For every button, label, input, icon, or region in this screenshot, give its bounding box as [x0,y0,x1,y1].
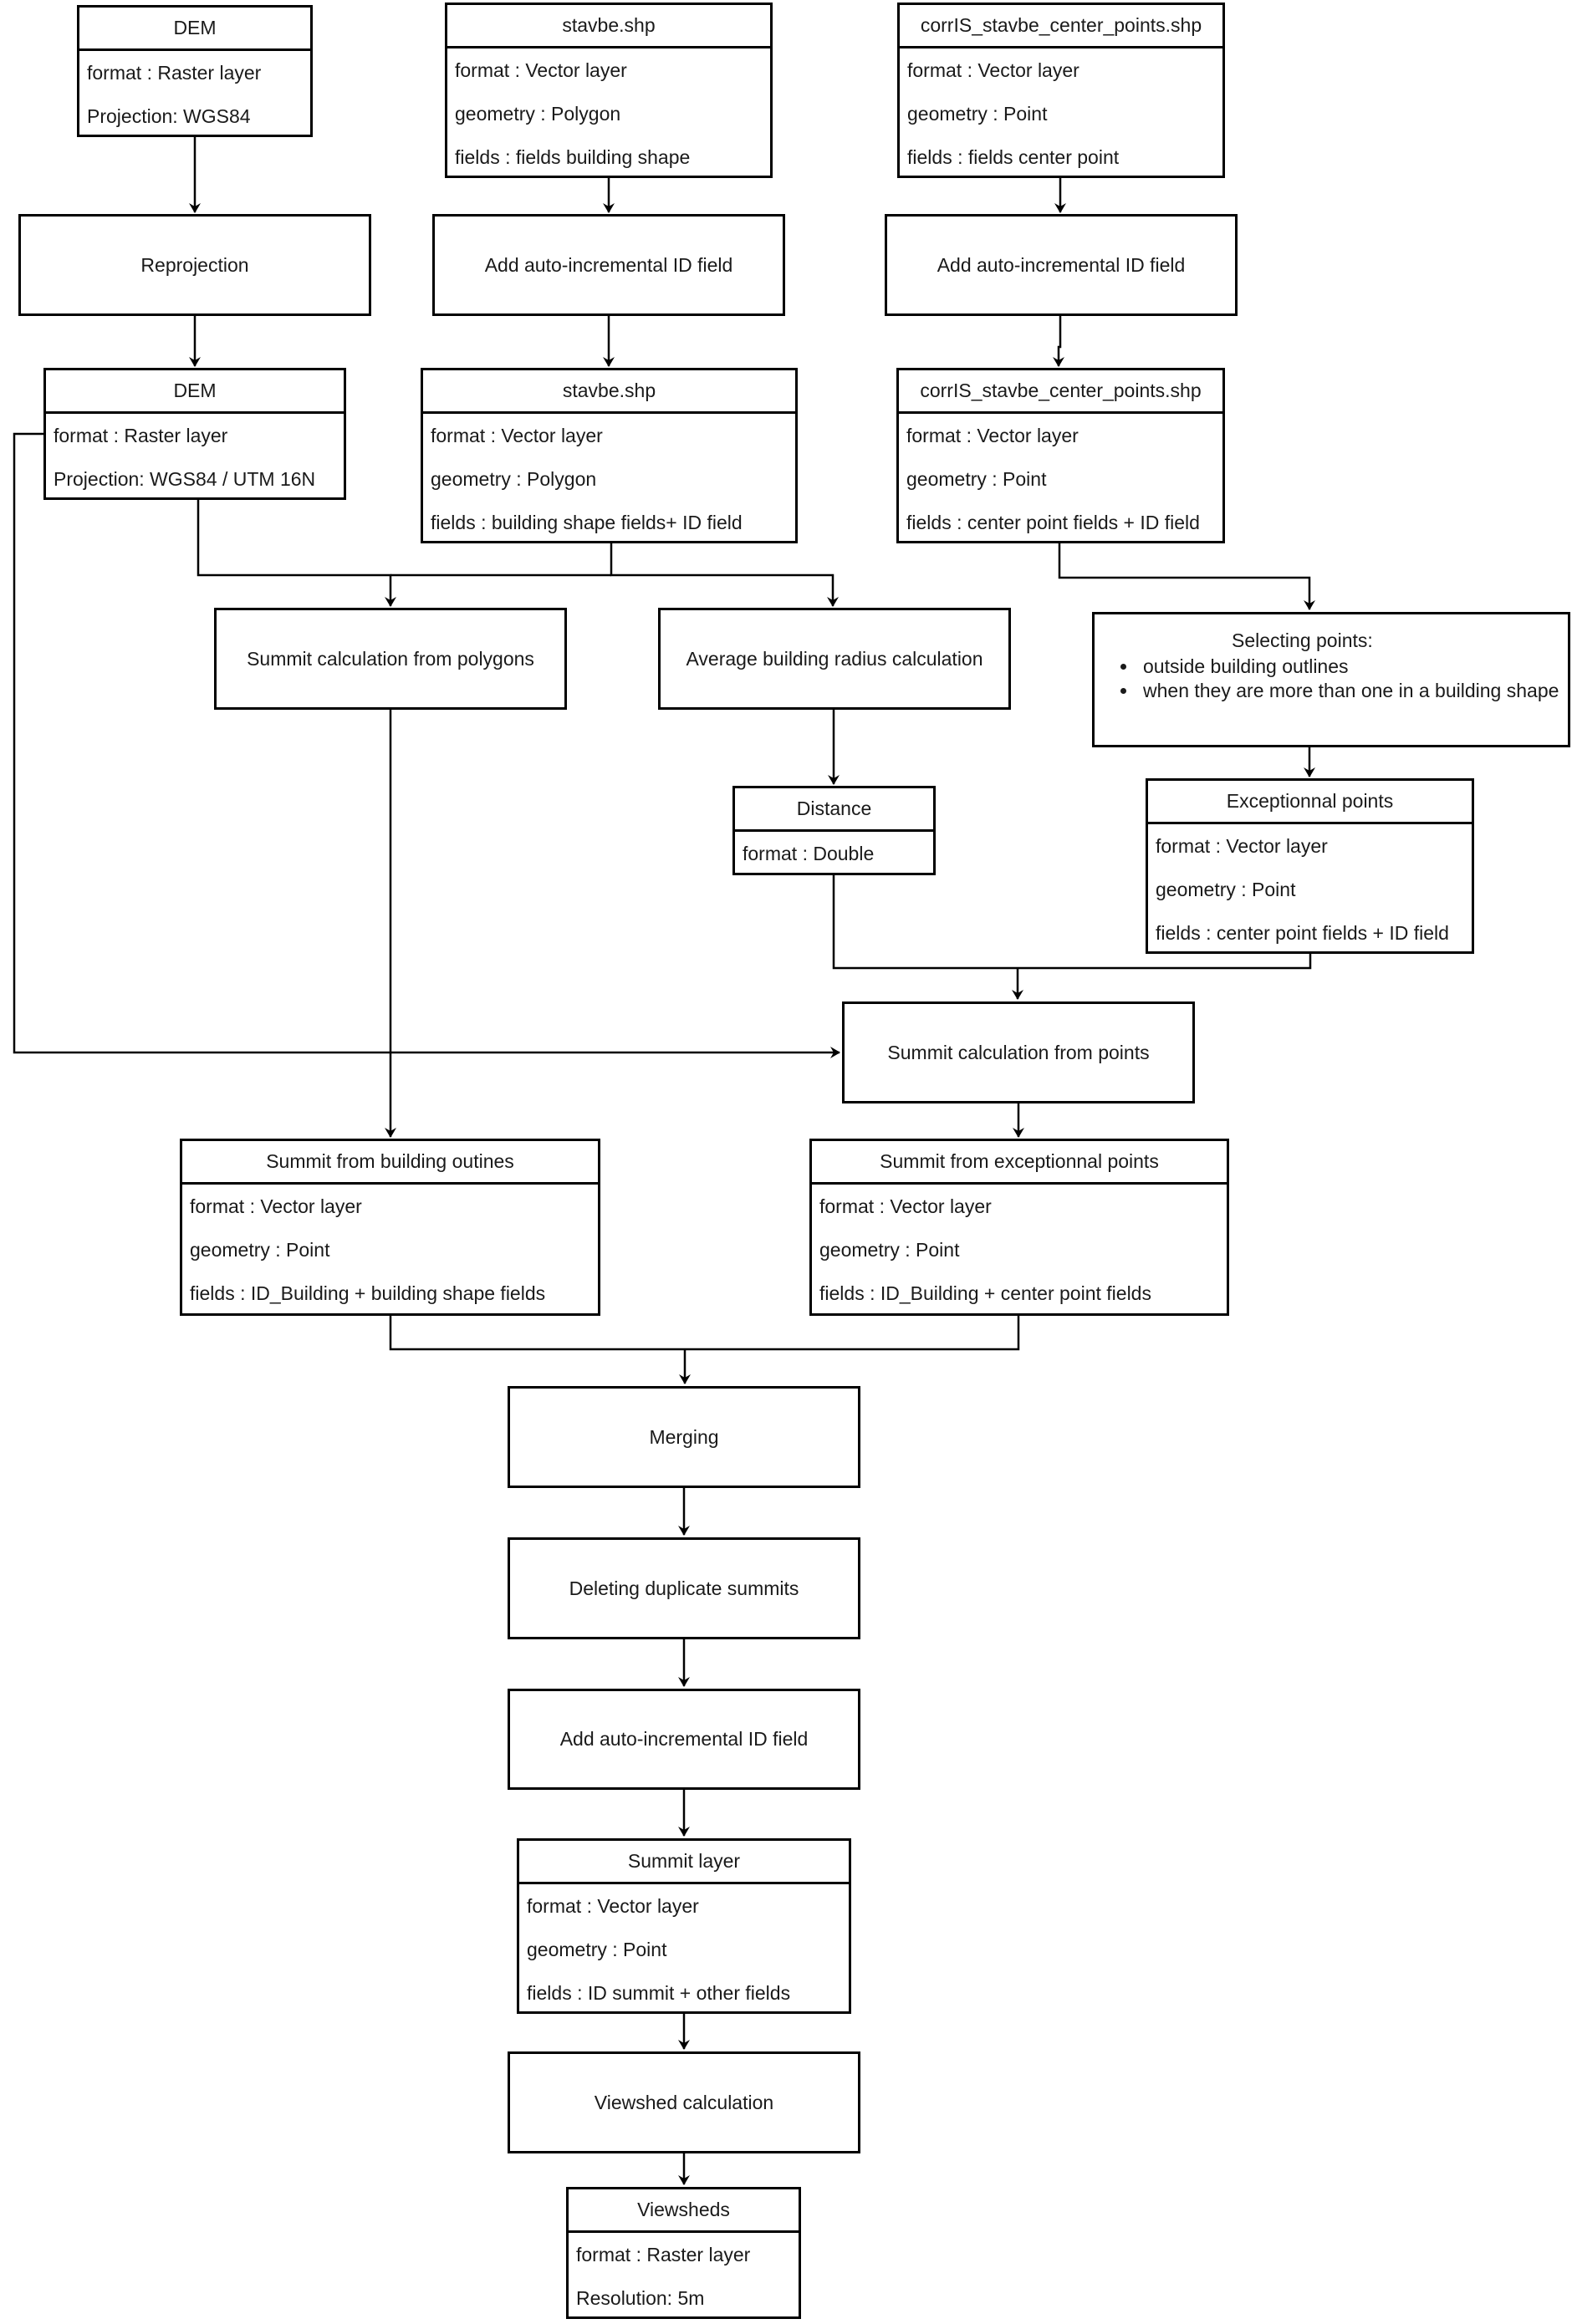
node-title: stavbe.shp [447,5,770,48]
node-attribute-row: fields : ID_Building + building shape fi… [190,1282,546,1304]
edge-add-id-to-center-points [1053,315,1064,367]
node-attribute-row: format : Vector layer [431,424,603,446]
node-attribute-row: format : Vector layer [190,1195,362,1217]
node-title: corrIS_stavbe_center_points.shp [899,370,1222,414]
node-attribute-row: geometry : Point [1156,878,1296,900]
deleting-duplicates-node[interactable]: Deleting duplicate summits [508,1537,860,1639]
selecting-points-node[interactable]: Selecting points: outside building outli… [1092,612,1570,747]
node-title: Exceptionnal points [1148,781,1472,824]
criteria-item: when they are more than one in a buildin… [1138,679,1559,703]
selecting-points-title: Selecting points: [1232,629,1373,651]
node-title: stavbe.shp [423,370,795,414]
criteria-item: outside building outlines [1138,655,1559,679]
edge-center-points-to-selecting [1058,542,1315,610]
node-attribute-row: geometry : Point [819,1238,960,1261]
node-attribute-row: fields : center point fields + ID field [906,511,1200,533]
center-points-with-id-node[interactable]: corrIS_stavbe_center_points.shpformat : … [896,368,1225,543]
node-title: Distance [735,788,933,832]
node-title: DEM [79,8,310,51]
node-attribute-row: fields : fields center point [907,145,1120,168]
node-attribute-row: fields : ID_Building + center point fiel… [819,1282,1151,1304]
node-attribute-row: format : Vector layer [819,1195,992,1217]
node-attribute-row: geometry : Point [907,102,1048,125]
stavbe-with-id-node[interactable]: stavbe.shp format : Vector layer geometry … [421,368,798,543]
node-attribute-row: format : Raster layer [87,61,262,84]
edge-dem-to-summit-polygons [196,499,396,607]
node-attribute-row: fields : fields building shape [455,145,691,168]
add-id-center-points-label: Add auto-incremental ID field [937,253,1186,276]
summit-exceptional-points-node[interactable]: Summit from exceptionnal points format : … [809,1139,1229,1316]
node-attribute-row: format : Vector layer [1156,834,1328,857]
add-id-stavbe-label: Add auto-incremental ID field [484,253,733,276]
node-title: DEM [46,370,344,414]
add-id-summits-label: Add auto-incremental ID field [559,1728,809,1750]
node-attribute-row: format : Double [743,842,875,864]
node-attribute-row: fields : ID summit + other fields [527,1981,791,2004]
node-attribute-row: geometry : Point [527,1938,667,1960]
node-attribute-row: Projection: WGS84 / UTM 16N [54,467,316,490]
exceptional-points-node[interactable]: Exceptionnal points format : Vector layer… [1146,778,1474,954]
edge-stavbe-to-junction [610,542,839,607]
add-id-center-points-node[interactable]: Add auto-incremental ID field [885,214,1238,316]
node-attribute-row: geometry : Point [906,467,1047,490]
summit-from-polygons-label: Summit calculation from polygons [247,647,534,670]
node-attribute-row: fields : building shape fields+ ID field [431,511,743,533]
edge-summits-to-merging [389,1314,1020,1384]
node-attribute-row: fields : center point fields + ID field [1156,921,1449,944]
viewsheds-node[interactable]: Viewsheds format : Raster layer Resolution… [566,2187,801,2319]
deleting-duplicates-label: Deleting duplicate summits [569,1577,799,1599]
average-radius-label: Average building radius calculation [686,647,983,670]
summit-from-polygons-node[interactable]: Summit calculation from polygons [214,608,567,710]
selecting-points-criteria: outside building outlines when they are … [1095,655,1559,703]
summit-from-points-node[interactable]: Summit calculation from points [842,1001,1195,1103]
node-attribute-row: format : Vector layer [455,59,627,81]
node-attribute-row: format : Raster layer [576,2243,751,2265]
merging-node[interactable]: Merging [508,1386,860,1488]
viewshed-calculation-node[interactable]: Viewshed calculation [508,2051,860,2153]
summit-building-outlines-node[interactable]: Summit from building outines format : Vec… [180,1139,600,1316]
node-title: Viewsheds [569,2189,799,2233]
node-attribute-row: Projection: WGS84 [87,104,251,127]
reprojection-node[interactable]: Reprojection [18,214,371,316]
add-id-stavbe-node[interactable]: Add auto-incremental ID field [432,214,785,316]
node-attribute-row: format : Raster layer [54,424,228,446]
dem-reprojected-node[interactable]: DEM format : Raster layer Projection: WGS8… [43,368,346,500]
merging-label: Merging [649,1425,719,1448]
node-attribute-row: format : Vector layer [907,59,1079,81]
node-attribute-row: geometry : Polygon [455,102,621,125]
node-attribute-row: format : Vector layer [527,1894,699,1917]
summit-from-points-label: Summit calculation from points [887,1041,1150,1063]
node-title: Summit layer [519,1841,849,1884]
node-attribute-row: geometry : Point [190,1238,330,1261]
node-attribute-row: Resolution: 5m [576,2286,705,2309]
reprojection-label: Reprojection [140,253,249,276]
average-radius-node[interactable]: Average building radius calculation [658,608,1011,710]
node-title: corrIS_stavbe_center_points.shp [900,5,1222,48]
center-points-input-node[interactable]: corrIS_stavbe_center_points.shpformat : … [897,3,1225,178]
viewshed-calculation-label: Viewshed calculation [594,2091,774,2113]
node-attribute-row: format : Vector layer [906,424,1079,446]
distance-node[interactable]: Distance format : Double [732,786,936,875]
dem-input-node[interactable]: DEM format : Raster layer Projection: WGS8… [77,5,313,137]
node-title: Summit from exceptionnal points [812,1141,1227,1185]
stavbe-input-node[interactable]: stavbe.shp format : Vector layer geometry … [445,3,773,178]
summit-layer-node[interactable]: Summit layer format : Vector layer geometr… [517,1838,851,2014]
node-attribute-row: geometry : Polygon [431,467,597,490]
node-title: Summit from building outines [182,1141,598,1185]
add-id-summits-node[interactable]: Add auto-incremental ID field [508,1689,860,1790]
